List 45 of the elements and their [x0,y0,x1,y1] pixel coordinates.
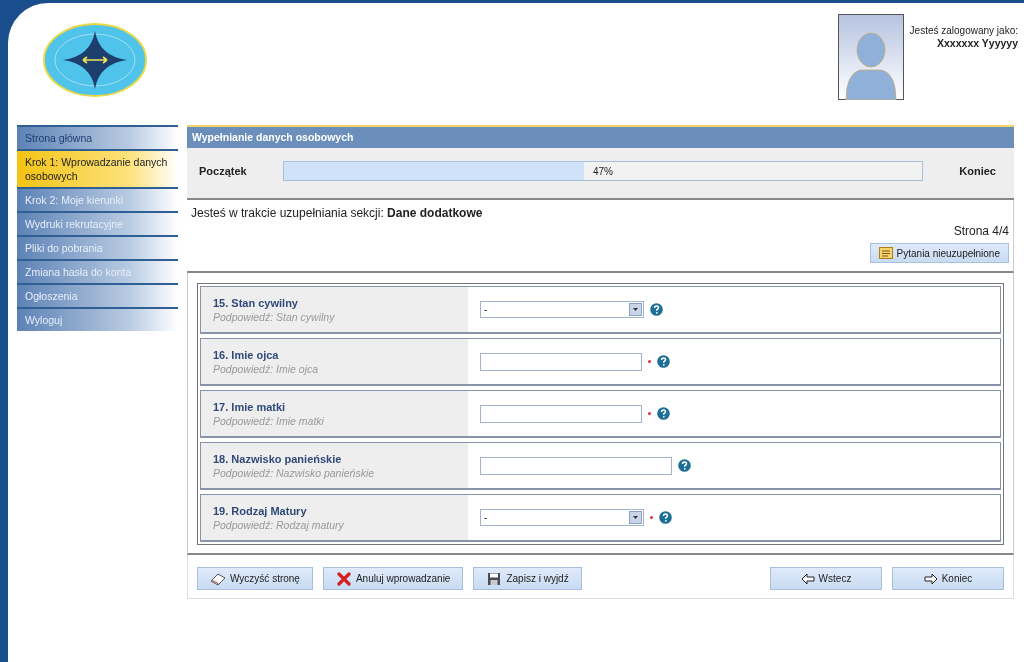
arrow-right-icon [923,572,938,585]
question-label: 15. Stan cywilny [213,296,299,309]
dropdown[interactable]: - [480,509,644,526]
dropdown[interactable]: - [480,301,644,318]
help-icon[interactable] [657,407,670,420]
panel-title: Wypełnianie danych osobowych [187,125,1014,148]
footer-button[interactable]: Zapisz i wyjdź [473,567,582,590]
footer-button[interactable]: Wyczyść stronę [197,567,313,590]
question-label: 19. Rodzaj Matury [213,504,308,517]
logged-in-label: Jesteś zalogowany jako: [909,25,1018,36]
end-label: Koniec [959,165,996,177]
help-icon[interactable] [650,303,663,316]
sidebar-item[interactable]: Krok 1: Wprowadzanie danych osobowych [17,149,178,187]
user-name: Xxxxxxx Yyyyyy [937,37,1018,49]
cross-icon [335,571,352,586]
page-number: Strona 4/4 [953,224,1009,238]
question-label: 16. Imie ojca [213,348,280,361]
input-field[interactable] [480,404,642,423]
input-field[interactable] [480,352,642,371]
question-label: 18. Nazwisko panieńskie [213,452,343,465]
help-icon[interactable] [657,355,670,368]
emblem-icon [43,23,147,97]
eraser-icon [210,571,226,586]
question-label: 17. Imie matki [213,400,287,413]
question-hint: Podpowiedź: Imie matki [213,414,325,427]
arrow-left-icon [800,572,815,585]
question-hint: Podpowiedź: Stan cywilny [213,310,336,323]
sidebar-item[interactable]: Strona główna [17,125,178,149]
section-text: Jesteś w trakcie uzupełniania sekcji: Dane dodatkowe [191,206,484,220]
help-icon[interactable] [678,459,691,472]
required-mark-icon [648,412,651,415]
footer-button[interactable]: Koniec [892,567,1004,590]
question-hint: Podpowiedź: Imie ojca [213,362,320,375]
progress-reading: 47% [593,165,613,177]
unanswered-button[interactable]: Pytania nieuzupełnione [869,243,1009,263]
input-field[interactable] [480,456,672,475]
required-mark-icon [648,360,651,363]
help-icon[interactable] [659,511,672,524]
question-hint: Podpowiedź: Nazwisko panieńskie [213,466,376,479]
start-label: Początek [199,165,247,177]
question-hint: Podpowiedź: Rodzaj matury [213,518,345,531]
list-icon [878,247,893,259]
required-mark-icon [650,516,653,519]
footer-button[interactable]: Anuluj wprowadzanie [322,567,464,590]
footer-button[interactable]: Wstecz [770,567,882,590]
